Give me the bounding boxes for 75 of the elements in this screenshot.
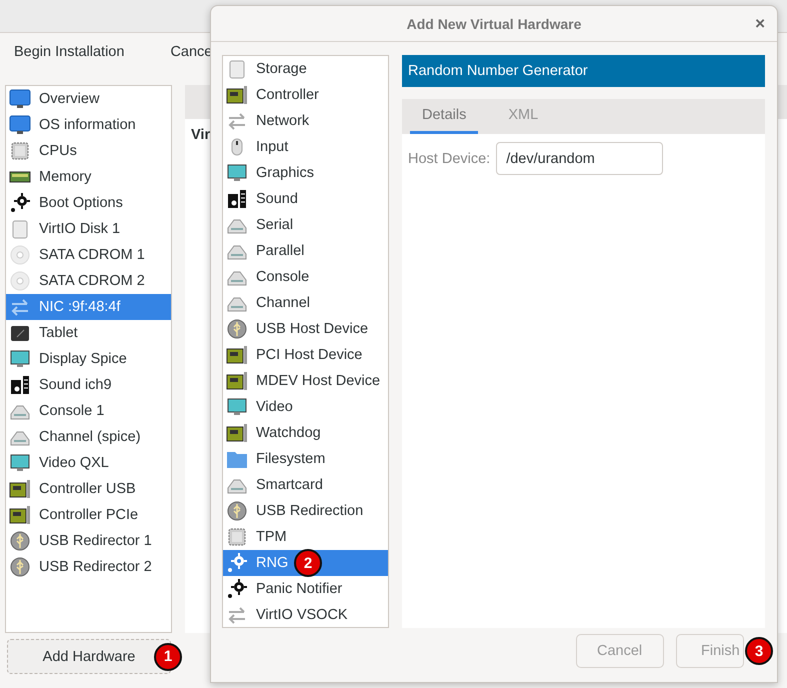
section-title: Vir <box>191 127 212 143</box>
chip-icon <box>226 526 248 548</box>
hardware-list-item[interactable]: CPUs <box>6 138 171 164</box>
hardware-list-item[interactable]: Console 1 <box>6 398 171 424</box>
device-header: Random Number Generator <box>402 55 765 87</box>
hardware-list-item[interactable]: USB Redirector 1 <box>6 528 171 554</box>
hardware-list-item[interactable]: Controller PCIe <box>6 502 171 528</box>
device-type-item[interactable]: TPM <box>223 524 388 550</box>
monitor-icon <box>9 114 31 136</box>
host-device-field[interactable]: /dev/urandom <box>496 142 664 175</box>
chip-icon <box>9 140 31 162</box>
device-type-item[interactable]: Filesystem <box>223 446 388 472</box>
device-type-item[interactable]: PCI Host Device <box>223 342 388 368</box>
hardware-list-item[interactable]: Overview <box>6 86 171 112</box>
card-icon <box>9 478 31 500</box>
hardware-list-item[interactable]: Channel (spice) <box>6 424 171 450</box>
hardware-list-item[interactable]: SATA CDROM 2 <box>6 268 171 294</box>
device-type-item[interactable]: Controller <box>223 82 388 108</box>
monitor-icon <box>9 348 31 370</box>
gear-icon <box>9 192 31 214</box>
hardware-list-item[interactable]: VirtIO Disk 1 <box>6 216 171 242</box>
card-icon <box>9 504 31 526</box>
hardware-list-item[interactable]: USB Redirector 2 <box>6 554 171 580</box>
device-type-item[interactable]: Panic Notifier <box>223 576 388 602</box>
device-type-item[interactable]: Parallel <box>223 238 388 264</box>
monitor-icon <box>9 88 31 110</box>
device-type-item[interactable]: USB Host Device <box>223 316 388 342</box>
hardware-list-item[interactable]: Video QXL <box>6 450 171 476</box>
device-type-item[interactable]: Serial <box>223 212 388 238</box>
device-type-item[interactable]: Network <box>223 108 388 134</box>
hardware-list-item[interactable]: Tablet <box>6 320 171 346</box>
step-badge: 2 <box>294 549 322 577</box>
usb-icon <box>9 556 31 578</box>
hardware-list-item[interactable]: Controller USB <box>6 476 171 502</box>
hardware-list-item[interactable]: OS information <box>6 112 171 138</box>
disc-icon <box>9 244 31 266</box>
hardware-list-item[interactable]: NIC :9f:48:4f <box>6 294 171 320</box>
device-type-item[interactable]: MDEV Host Device <box>223 368 388 394</box>
device-type-item[interactable]: Sound <box>223 186 388 212</box>
toolbar-button[interactable]: Begin Installation <box>14 44 124 60</box>
device-type-item[interactable]: Graphics <box>223 160 388 186</box>
speaker-icon <box>226 188 248 210</box>
device-type-item[interactable]: Storage <box>223 56 388 82</box>
hardware-list-item[interactable]: SATA CDROM 1 <box>6 242 171 268</box>
card-icon <box>226 422 248 444</box>
card-icon <box>226 370 248 392</box>
card-icon <box>226 84 248 106</box>
hardware-list-item[interactable]: Display Spice <box>6 346 171 372</box>
hardware-list-item[interactable]: Boot Options <box>6 190 171 216</box>
monitor-icon <box>226 162 248 184</box>
device-type-item[interactable]: USB Redirection <box>223 498 388 524</box>
card-icon <box>226 344 248 366</box>
usb-icon <box>226 500 248 522</box>
close-button[interactable]: × <box>751 14 769 34</box>
device-type-item[interactable]: Console <box>223 264 388 290</box>
dialog-title: Add New Virtual Hardware <box>406 16 582 32</box>
hardware-list-item[interactable]: Sound ich9 <box>6 372 171 398</box>
device-type-item[interactable]: Channel <box>223 290 388 316</box>
disc-icon <box>9 270 31 292</box>
device-type-item[interactable]: Smartcard <box>223 472 388 498</box>
gear-icon <box>226 578 248 600</box>
device-type-item[interactable]: RNG 2 <box>223 550 388 576</box>
gear-icon <box>226 552 248 574</box>
device-type-item[interactable]: Input <box>223 134 388 160</box>
speaker-icon <box>9 374 31 396</box>
device-type-item[interactable]: VirtIO VSOCK <box>223 602 388 628</box>
device-type-item[interactable]: Watchdog <box>223 420 388 446</box>
monitor-icon <box>9 452 31 474</box>
usb-icon <box>226 318 248 340</box>
device-type-item[interactable]: Video <box>223 394 388 420</box>
host-device-label: Host Device: <box>408 150 490 166</box>
step-badge: 3 <box>745 637 773 665</box>
hardware-list-item[interactable]: Memory <box>6 164 171 190</box>
usb-icon <box>9 530 31 552</box>
monitor-icon <box>226 396 248 418</box>
